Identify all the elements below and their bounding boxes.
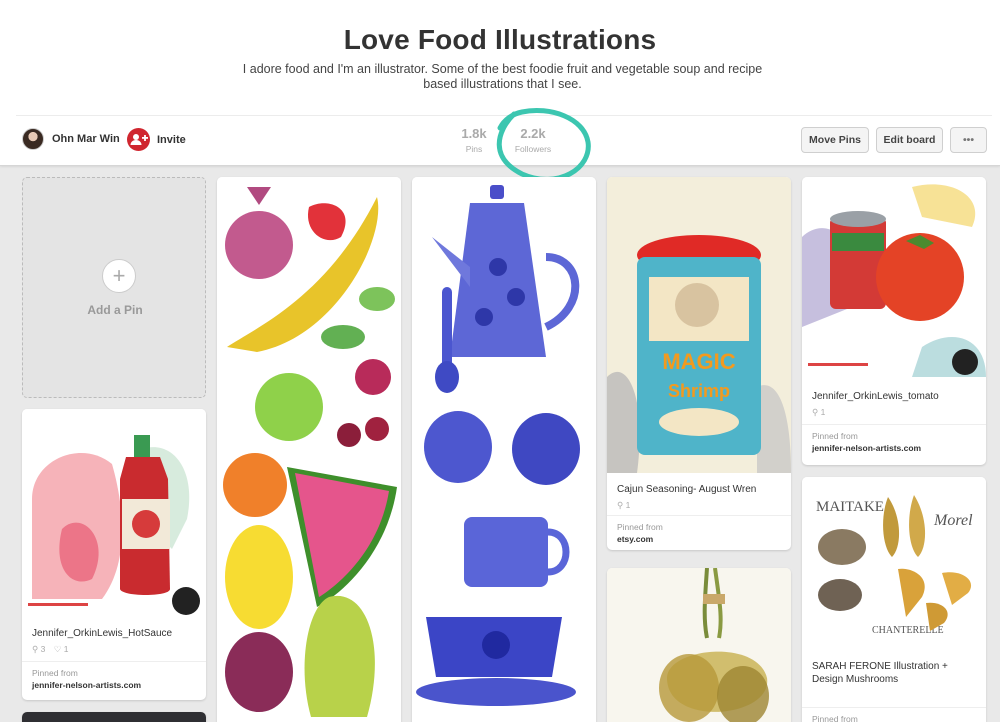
source-label: Pinned from xyxy=(812,714,858,722)
board-description: I adore food and I'm an illustrator. Som… xyxy=(242,62,763,91)
heart-icon: ♡ xyxy=(53,644,62,654)
pin-source[interactable]: Pinned from xyxy=(802,707,986,722)
move-pins-button[interactable]: Move Pins xyxy=(801,127,869,153)
source-label: Pinned from xyxy=(812,431,858,441)
pin-image[interactable] xyxy=(412,177,596,722)
pin-source[interactable]: Pinned from jennifer-nelson-artists.com xyxy=(802,424,986,453)
pin-card-fruit[interactable] xyxy=(217,177,401,722)
pin-card-mushrooms[interactable]: MAITAKE Morel CHANTERELLE SARAH FERONE I… xyxy=(802,477,986,722)
annotation-circle xyxy=(496,108,591,182)
svg-text:MAITAKE: MAITAKE xyxy=(816,499,884,515)
board-owner[interactable]: Ohn Mar Win xyxy=(22,128,120,150)
pin-source[interactable]: Pinned from etsy.com xyxy=(607,515,791,544)
board-title: Love Food Illustrations xyxy=(343,24,657,55)
pin-card-cajun[interactable]: MAGIC Shrimp Cajun Seasoning- August Wre… xyxy=(607,177,791,550)
pin-card-hot-sauce[interactable]: Jennifer_OrkinLewis_HotSauce ⚲ 3 ♡ 1 Pin… xyxy=(22,409,206,700)
pin-card-partial[interactable] xyxy=(22,712,206,722)
add-user-icon xyxy=(127,128,150,151)
invite-label: Invite xyxy=(157,133,186,146)
source-domain[interactable]: jennifer-nelson-artists.com xyxy=(812,443,976,453)
pin-title[interactable]: Jennifer_OrkinLewis_HotSauce xyxy=(32,627,196,640)
pin-image[interactable]: MAITAKE Morel CHANTERELLE xyxy=(802,477,986,649)
source-domain[interactable]: jennifer-nelson-artists.com xyxy=(32,680,196,690)
pin-title[interactable]: Jennifer_OrkinLewis_tomato xyxy=(812,390,976,403)
avatar[interactable] xyxy=(22,128,44,150)
pin-card-vegetables[interactable] xyxy=(607,568,791,722)
add-pin-card[interactable]: + Add a Pin xyxy=(22,177,206,398)
repin-count: 1 xyxy=(625,500,631,510)
repin-count: 1 xyxy=(820,407,826,417)
pin-stats: ⚲ 3 ♡ 1 xyxy=(32,644,196,655)
plus-icon[interactable]: + xyxy=(102,259,136,293)
pin-stats: ⚲ 1 xyxy=(617,500,781,511)
pin-source[interactable]: Pinned from jennifer-nelson-artists.com xyxy=(22,661,206,690)
source-label: Pinned from xyxy=(617,522,663,532)
pin-image[interactable] xyxy=(607,568,791,722)
pin-card-tableware[interactable] xyxy=(412,177,596,722)
pin-card-tomato[interactable]: Jennifer_OrkinLewis_tomato ⚲ 1 Pinned fr… xyxy=(802,177,986,465)
svg-text:Morel: Morel xyxy=(933,512,973,529)
more-options-button[interactable]: ••• xyxy=(950,127,987,153)
invite-button[interactable]: Invite xyxy=(127,128,186,151)
pin-image[interactable] xyxy=(802,177,986,377)
pin-image[interactable] xyxy=(22,712,206,722)
pin-icon: ⚲ xyxy=(32,644,39,654)
pin-stats: ⚲ 1 xyxy=(812,407,976,418)
source-domain[interactable]: etsy.com xyxy=(617,534,781,544)
owner-name[interactable]: Ohn Mar Win xyxy=(52,133,120,145)
pin-icon: ⚲ xyxy=(812,407,819,417)
source-label: Pinned from xyxy=(32,668,78,678)
like-count: 1 xyxy=(63,644,69,654)
pin-image[interactable]: MAGIC Shrimp xyxy=(607,177,791,473)
edit-board-button[interactable]: Edit board xyxy=(876,127,943,153)
pin-image[interactable] xyxy=(22,409,206,617)
pin-icon: ⚲ xyxy=(617,500,624,510)
svg-text:MAGIC: MAGIC xyxy=(662,349,735,374)
add-pin-label: Add a Pin xyxy=(87,303,143,317)
svg-text:Shrimp: Shrimp xyxy=(668,381,730,401)
pin-title[interactable]: Cajun Seasoning- August Wren xyxy=(617,483,781,496)
repin-count: 3 xyxy=(40,644,46,654)
pin-title[interactable]: SARAH FERONE Illustration + Design Mushr… xyxy=(812,660,976,686)
pin-image[interactable] xyxy=(217,177,401,722)
